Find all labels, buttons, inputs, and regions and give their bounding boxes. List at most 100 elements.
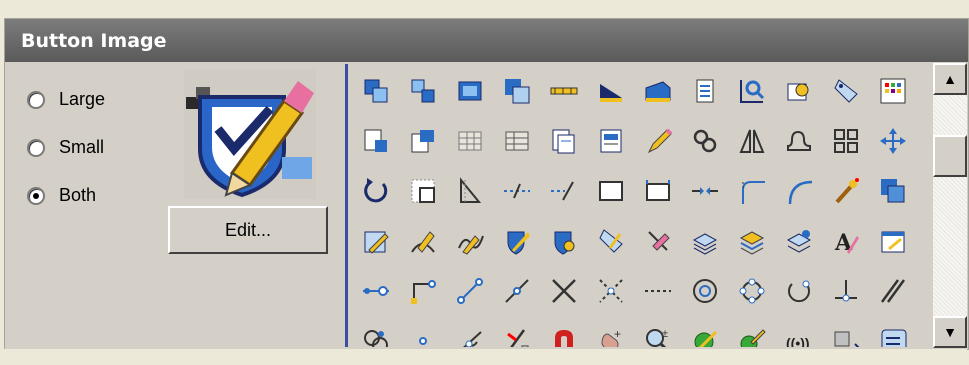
icon-cell-edit-drawing[interactable] <box>352 216 399 266</box>
icon-cell-link-chain[interactable] <box>681 116 728 166</box>
icon-cell-zoom-in[interactable]: ± <box>634 316 681 347</box>
icon-cell-magic-wand[interactable] <box>822 166 869 216</box>
icon-cell-slope-fill[interactable] <box>587 66 634 116</box>
icon-cell-break-line[interactable] <box>681 166 728 216</box>
icon-cell-ruler[interactable] <box>540 66 587 116</box>
icon-cell-overlap-layers[interactable] <box>493 66 540 116</box>
icon-cell-line-node[interactable] <box>352 266 399 316</box>
scroll-up-button[interactable]: ▲ <box>933 63 967 95</box>
window-layers-icon <box>458 81 481 101</box>
icon-cell-3d-slab[interactable] <box>634 66 681 116</box>
icon-cell-circle-target[interactable] <box>681 266 728 316</box>
icon-cell-grid-table[interactable] <box>446 116 493 166</box>
icon-cell-move-layers[interactable] <box>399 66 446 116</box>
icon-cell-dashed-line[interactable] <box>634 266 681 316</box>
icon-cell-diagonal-node[interactable] <box>446 266 493 316</box>
icon-cell-tag-edit[interactable] <box>587 216 634 266</box>
icon-cell-angle-node[interactable] <box>446 316 493 347</box>
icon-cell-green-ball[interactable] <box>681 316 728 347</box>
icon-cell-shield-pin[interactable] <box>540 216 587 266</box>
radio-small[interactable]: Small <box>27 137 104 158</box>
radio-small-label: Small <box>59 137 105 157</box>
icon-cell-color-palette[interactable] <box>869 66 916 116</box>
icon-cell-grid-array[interactable] <box>822 116 869 166</box>
icon-cell-move-cross[interactable] <box>869 116 916 166</box>
icon-cell-mirror[interactable] <box>728 116 775 166</box>
radio-small-circle[interactable] <box>27 138 45 157</box>
radio-both[interactable]: Both <box>27 185 96 206</box>
layers-icon <box>692 233 717 255</box>
icon-cell-rectangle-alt[interactable] <box>634 166 681 216</box>
icon-cell-shield-edit[interactable] <box>493 216 540 266</box>
icon-cell-parallel[interactable] <box>869 266 916 316</box>
icon-cell-zoom-chart[interactable] <box>728 66 775 116</box>
panel-title: Button Image <box>21 30 167 52</box>
icon-cell-documents[interactable] <box>540 116 587 166</box>
icon-cell-tag[interactable] <box>822 66 869 116</box>
icon-cell-pencil-curve[interactable] <box>399 216 446 266</box>
icon-cell-object-search[interactable] <box>775 66 822 116</box>
icon-cell-dialog-edit[interactable] <box>869 216 916 266</box>
snap-group-icon <box>363 330 388 347</box>
scroll-down-button[interactable]: ▼ <box>933 316 967 348</box>
icon-cell-hand-add[interactable]: + <box>587 316 634 347</box>
icon-cell-snap-group[interactable] <box>352 316 399 347</box>
icon-cell-rectangle[interactable] <box>587 166 634 216</box>
icon-cell-triangle[interactable] <box>446 166 493 216</box>
text-style-icon: A <box>834 230 859 256</box>
icon-cell-fillet[interactable] <box>728 166 775 216</box>
icon-cell-point[interactable] <box>399 316 446 347</box>
icon-cell-block-edit[interactable] <box>352 116 399 166</box>
icon-cell-rotate[interactable] <box>352 166 399 216</box>
button-image-preview <box>184 69 316 199</box>
icon-cell-stack[interactable] <box>869 166 916 216</box>
icon-cell-pencil-wave[interactable] <box>446 216 493 266</box>
icon-cell-green-ball-pen[interactable] <box>728 316 775 347</box>
pencil-edit-icon <box>647 128 672 154</box>
icon-cell-arc[interactable] <box>775 166 822 216</box>
scroll-paper-icon <box>881 329 906 347</box>
icon-cell-pencil-cross[interactable] <box>634 216 681 266</box>
icon-cell-pen-export[interactable] <box>822 316 869 347</box>
diagonal-node-icon <box>456 278 483 304</box>
scroll-thumb[interactable] <box>933 135 967 177</box>
icon-cell-report[interactable] <box>587 116 634 166</box>
icon-cell-text-style[interactable]: A <box>822 216 869 266</box>
icon-cell-window-layers[interactable] <box>446 66 493 116</box>
icon-cell-checklist[interactable] <box>681 66 728 116</box>
icon-cell-grid-table-alt[interactable] <box>493 116 540 166</box>
edit-drawing-icon <box>364 231 389 254</box>
icon-cell-magnet[interactable] <box>540 316 587 347</box>
icon-cell-block-insert[interactable] <box>399 116 446 166</box>
magnet-icon <box>554 330 573 347</box>
icon-cell-corner-node[interactable] <box>399 266 446 316</box>
icon-cell-cross-x[interactable] <box>540 266 587 316</box>
icon-cell-rounded-shape[interactable] <box>775 116 822 166</box>
icon-cell-circle-nodes[interactable] <box>728 266 775 316</box>
icon-cell-diagonal-line[interactable] <box>493 266 540 316</box>
icon-cell-cross-dashed[interactable] <box>587 266 634 316</box>
trim-line-icon <box>550 181 574 201</box>
icon-cell-scroll-paper[interactable] <box>869 316 916 347</box>
fillet-icon <box>741 181 765 204</box>
icon-cell-layers-yellow[interactable] <box>728 216 775 266</box>
icon-cell-perpendicular[interactable] <box>822 266 869 316</box>
icon-cell-pencil-edit[interactable] <box>634 116 681 166</box>
icon-cell-erase-node[interactable] <box>493 316 540 347</box>
stack-icon <box>880 179 904 203</box>
icon-cell-layers[interactable] <box>681 216 728 266</box>
icon-cell-trim-line[interactable] <box>540 166 587 216</box>
edit-button[interactable]: Edit... <box>168 206 328 254</box>
icon-cell-layers-star[interactable] <box>775 216 822 266</box>
icon-cell-radio-waves[interactable]: ((•)) <box>775 316 822 347</box>
green-ball-pen-icon <box>740 329 766 347</box>
icon-cell-circle-arc[interactable] <box>775 266 822 316</box>
icon-cell-scale[interactable] <box>399 166 446 216</box>
magic-wand-icon <box>835 178 859 204</box>
vertical-scrollbar[interactable]: ▲ ▼ <box>933 63 967 348</box>
icon-cell-extend-line[interactable] <box>493 166 540 216</box>
radio-both-circle[interactable] <box>27 186 45 205</box>
radio-large-circle[interactable] <box>27 90 45 109</box>
icon-cell-copy-layers[interactable] <box>352 66 399 116</box>
radio-large[interactable]: Large <box>27 89 105 110</box>
